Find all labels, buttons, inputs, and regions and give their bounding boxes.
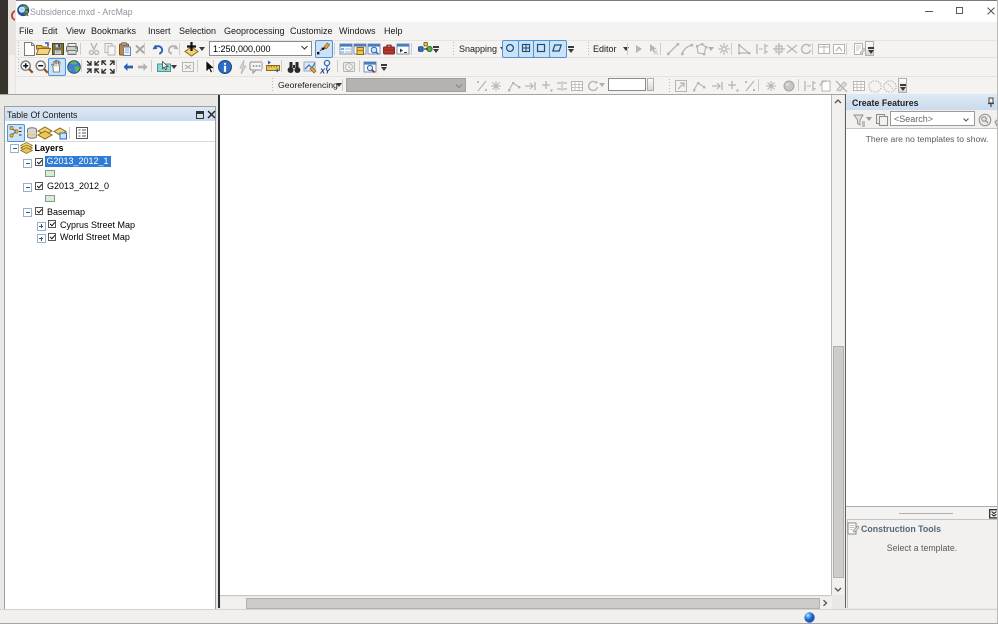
svg-text:XY: XY (319, 66, 331, 75)
svg-text:A: A (653, 51, 658, 57)
